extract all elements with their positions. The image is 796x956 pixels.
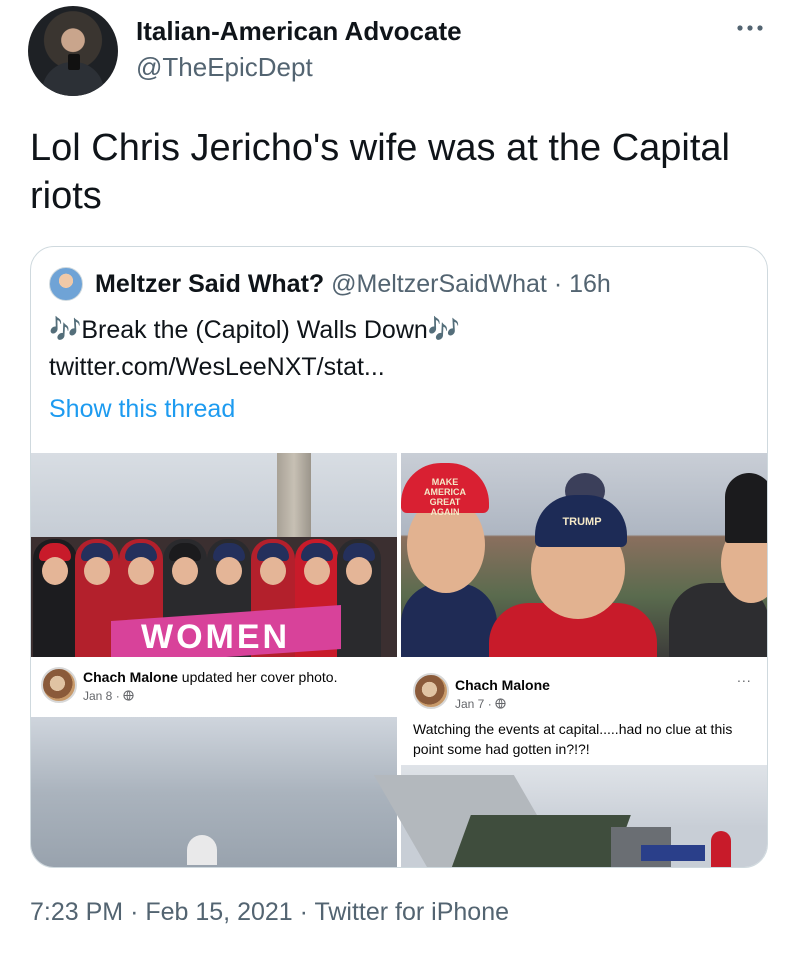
music-notes-icon: 🎶 xyxy=(427,314,461,344)
separator-dot: · xyxy=(130,898,139,926)
capitol-grounds-photo[interactable] xyxy=(373,765,767,867)
more-options-button[interactable] xyxy=(732,16,768,42)
black-beanie xyxy=(725,473,767,543)
person xyxy=(33,539,77,657)
tweet-header: Italian-American Advocate @TheEpicDept xyxy=(28,6,768,98)
separator-dot: · xyxy=(299,898,308,926)
facebook-post-date: Jan 8 · xyxy=(83,689,134,703)
facebook-post-header-left: Chach Malone updated her cover photo. Ja… xyxy=(31,657,397,717)
selfie-photo[interactable]: MAKE AMERICA GREAT AGAIN TRUMP xyxy=(401,453,767,657)
facebook-user-name-text: Chach Malone xyxy=(455,677,550,693)
author-display-name[interactable]: Italian-American Advocate xyxy=(136,16,462,47)
jacket xyxy=(401,583,497,657)
tree-line xyxy=(451,815,631,867)
tweet-text: Lol Chris Jericho's wife was at the Capi… xyxy=(30,127,730,217)
rally-group-photo[interactable]: WOMEN xyxy=(31,453,397,657)
quoted-tweet-link[interactable]: twitter.com/WesLeeNXT/stat... xyxy=(49,349,385,385)
quoted-author-avatar xyxy=(49,267,83,301)
separator-dot: · xyxy=(553,270,563,298)
facebook-post-title: Chach Malone updated her cover photo. xyxy=(83,669,337,685)
facebook-post-action: updated her cover photo. xyxy=(181,669,338,685)
facebook-post-date: Jan 7 · xyxy=(455,697,506,711)
avatar-phone xyxy=(68,54,80,70)
facebook-post-text: Watching the events at capital.....had n… xyxy=(413,721,733,757)
quoted-tweet-text-body: Break the (Capitol) Walls Down xyxy=(81,316,428,344)
tweet-time[interactable]: 7:23 PM xyxy=(30,898,123,926)
person xyxy=(337,539,381,657)
facebook-avatar xyxy=(41,667,77,703)
facebook-date-text: Jan 8 xyxy=(83,689,113,703)
author-handle[interactable]: @TheEpicDept xyxy=(136,52,313,83)
facebook-more-icon: ... xyxy=(737,669,752,685)
facebook-date-text: Jan 7 xyxy=(455,697,485,711)
quoted-tweet-header: Meltzer Said What? @MeltzerSaidWhat · 16… xyxy=(95,267,611,301)
author-avatar[interactable] xyxy=(28,6,118,96)
banner-text: WOMEN xyxy=(141,618,291,656)
flag xyxy=(641,845,705,861)
music-notes-icon: 🎶 xyxy=(49,314,82,344)
capitol-sky-photo[interactable] xyxy=(31,717,397,867)
facebook-avatar xyxy=(413,673,449,709)
tweet-date[interactable]: Feb 15, 2021 xyxy=(145,898,292,926)
beanie-text: TRUMP xyxy=(562,516,602,528)
tweet-source[interactable]: Twitter for iPhone xyxy=(314,898,509,926)
person xyxy=(711,831,731,867)
quoted-author-handle: @MeltzerSaidWhat xyxy=(331,270,547,298)
quoted-tweet-card[interactable]: Meltzer Said What? @MeltzerSaidWhat · 16… xyxy=(30,246,768,868)
hat-text: MAKE AMERICA GREAT AGAIN xyxy=(424,477,466,517)
facebook-user-name: Chach Malone xyxy=(455,677,550,693)
facebook-user-name: Chach Malone xyxy=(83,669,178,685)
quoted-media-grid[interactable]: WOMEN MAKE AMERICA GREAT AGAIN TRUMP Cha… xyxy=(31,453,767,867)
quoted-author-name: Meltzer Said What? xyxy=(95,270,325,298)
globe-icon xyxy=(123,690,134,701)
more-horizontal-icon xyxy=(737,25,763,31)
capitol-dome xyxy=(187,835,217,865)
facebook-post-header-right: Chach Malone Jan 7 · ... Watching the ev… xyxy=(401,657,767,765)
show-thread-link[interactable]: Show this thread xyxy=(49,391,235,427)
quoted-tweet-text: 🎶Break the (Capitol) Walls Down🎶 xyxy=(49,311,460,348)
tweet-timestamp: 7:23 PM · Feb 15, 2021 · Twitter for iPh… xyxy=(30,898,509,927)
quoted-tweet-time: 16h xyxy=(569,270,611,298)
globe-icon xyxy=(495,698,506,709)
